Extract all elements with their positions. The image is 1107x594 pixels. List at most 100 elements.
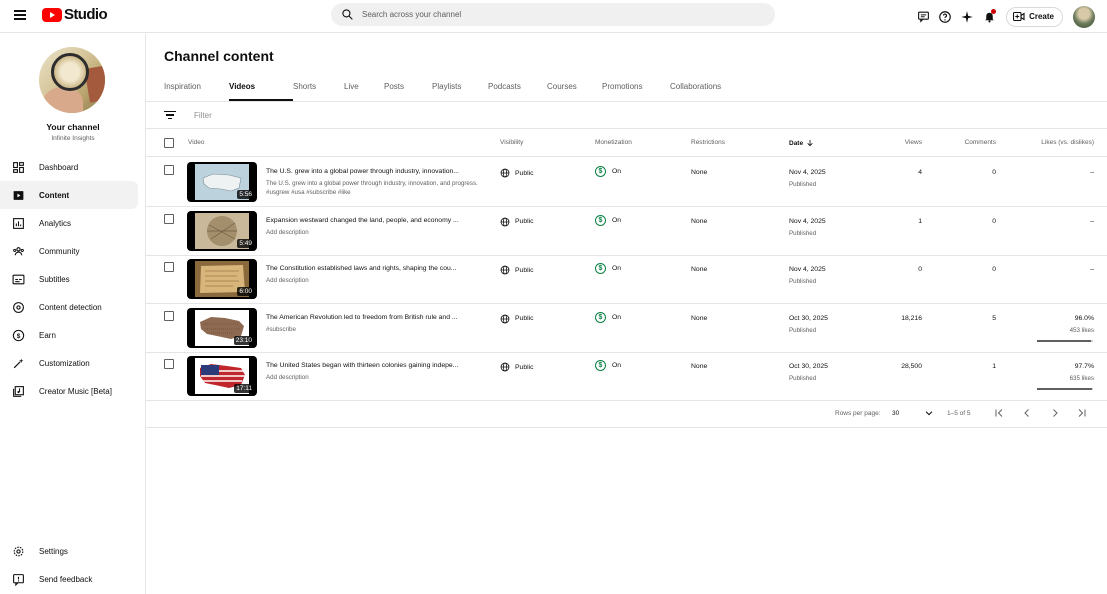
column-visibility[interactable]: Visibility [500, 139, 523, 146]
column-restrictions[interactable]: Restrictions [691, 139, 725, 146]
video-thumbnail[interactable]: 5:56 [187, 162, 257, 202]
sidebar-item-content[interactable]: Content [0, 181, 138, 209]
last-page-icon[interactable] [1076, 407, 1088, 419]
video-title[interactable]: Expansion westward changed the land, peo… [266, 217, 480, 224]
sidebar-item-subtitles[interactable]: Subtitles [0, 265, 146, 293]
monetization-label: On [612, 265, 622, 273]
settings-icon [13, 546, 24, 556]
monetization-cell[interactable]: $ On [595, 214, 621, 226]
sidebar-item-settings[interactable]: Settings [0, 537, 146, 565]
column-video: Video [188, 139, 205, 146]
community-icon [13, 246, 24, 255]
column-comments[interactable]: Comments [965, 139, 996, 146]
filter-icon[interactable] [164, 110, 176, 120]
monetization-dollar-icon: $ [595, 166, 606, 177]
video-thumbnail[interactable]: 5:49 [187, 210, 257, 251]
table-row[interactable]: 17:11 The United States began with thirt… [146, 352, 1107, 402]
row-checkbox[interactable] [164, 262, 174, 273]
video-thumbnail[interactable]: 6:00 [187, 259, 257, 300]
search-input[interactable] [362, 10, 742, 19]
restrictions-cell: None [691, 266, 708, 274]
sidebar-item-dashboard[interactable]: Dashboard [0, 153, 146, 181]
channel-avatar[interactable] [39, 47, 105, 113]
account-avatar[interactable] [1073, 5, 1095, 28]
sidebar-item-label: Subtitles [39, 274, 70, 284]
visibility-cell[interactable]: Public [500, 265, 534, 275]
table-row[interactable]: 6:00 The Constitution established laws a… [146, 255, 1107, 305]
comments-feedback-icon[interactable] [912, 6, 934, 28]
studio-logo[interactable]: Studio [42, 6, 108, 23]
column-views[interactable]: Views [905, 139, 922, 146]
column-likes[interactable]: Likes (vs. dislikes) [1041, 139, 1094, 146]
visibility-cell[interactable]: Public [500, 314, 534, 324]
restrictions-cell: None [691, 363, 708, 371]
menu-icon[interactable] [14, 10, 26, 20]
visibility-label: Public [515, 218, 534, 226]
tab-videos[interactable]: Videos [229, 82, 293, 101]
sidebar-item-creator-music[interactable]: Creator Music [Beta] [0, 377, 146, 405]
column-date-label: Date [789, 139, 804, 147]
monetization-cell[interactable]: $ On [595, 263, 622, 275]
visibility-cell[interactable]: Public [500, 217, 534, 227]
sidebar-item-analytics[interactable]: Analytics [0, 209, 146, 237]
video-thumbnail[interactable]: 23:10 [187, 307, 257, 348]
create-button[interactable]: Create [1006, 6, 1063, 27]
video-title[interactable]: The American Revolution led to freedom f… [266, 314, 480, 321]
sidebar-item-label: Settings [39, 546, 68, 556]
logo-text: Studio [64, 6, 108, 23]
sidebar-item-content-detection[interactable]: Content detection [0, 293, 146, 321]
tab-collaborations[interactable]: Collaborations [670, 82, 740, 101]
monetization-dollar-icon: $ [595, 263, 606, 275]
visibility-cell[interactable]: Public [500, 362, 534, 372]
tab-shorts[interactable]: Shorts [293, 82, 344, 101]
video-duration: 23:10 [233, 335, 254, 345]
video-title[interactable]: The United States began with thirteen co… [266, 362, 480, 369]
select-all-checkbox[interactable] [164, 138, 174, 148]
sidebar-item-label: Content detection [39, 302, 102, 312]
table-row[interactable]: 5:56 The U.S. grew into a global power t… [146, 158, 1107, 207]
sidebar-item-send-feedback[interactable]: Send feedback [0, 565, 146, 593]
video-thumbnail[interactable]: 17:11 [187, 356, 257, 397]
video-description: #subscribe [266, 325, 296, 333]
first-page-icon[interactable] [993, 407, 1005, 419]
row-checkbox[interactable] [164, 213, 174, 224]
tab-podcasts[interactable]: Podcasts [488, 82, 547, 101]
likes-ratio-bar [1037, 339, 1093, 342]
your-channel-label: Your channel [46, 122, 100, 132]
row-checkbox[interactable] [164, 310, 174, 321]
filter-input[interactable]: Filter [194, 111, 212, 120]
globe-icon [500, 217, 510, 226]
table-row[interactable]: 5:49 Expansion westward changed the land… [146, 207, 1107, 256]
monetization-cell[interactable]: $ On [595, 360, 621, 372]
tab-live[interactable]: Live [344, 82, 384, 101]
tab-courses[interactable]: Courses [547, 82, 602, 101]
search-icon [342, 9, 353, 20]
tab-promotions[interactable]: Promotions [602, 82, 670, 101]
visibility-cell[interactable]: Public [500, 168, 534, 178]
video-title[interactable]: The U.S. grew into a global power throug… [266, 168, 480, 175]
page-range: 1–5 of 5 [947, 410, 971, 417]
video-title[interactable]: The Constitution established laws and ri… [266, 265, 480, 272]
previous-page-icon[interactable] [1021, 407, 1033, 419]
search-bar[interactable] [331, 3, 775, 26]
column-date[interactable]: Date [789, 139, 814, 147]
publish-status: Published [789, 375, 817, 383]
column-monetization[interactable]: Monetization [595, 139, 632, 146]
tab-posts[interactable]: Posts [384, 82, 432, 101]
row-checkbox[interactable] [164, 165, 174, 175]
sidebar-item-community[interactable]: Community [0, 237, 146, 265]
tab-inspiration[interactable]: Inspiration [164, 82, 229, 101]
tab-playlists[interactable]: Playlists [432, 82, 488, 101]
notifications-bell-icon[interactable] [978, 6, 1000, 28]
table-row[interactable]: 23:10 The American Revolution led to fre… [146, 304, 1107, 353]
monetization-cell[interactable]: $ On [595, 166, 621, 177]
monetization-cell[interactable]: $ On [595, 311, 621, 323]
next-page-icon[interactable] [1049, 407, 1061, 419]
sidebar-item-customization[interactable]: Customization [0, 349, 146, 377]
help-icon[interactable] [934, 6, 956, 28]
sidebar-item-earn[interactable]: $ Earn [0, 321, 146, 349]
sparkle-icon[interactable] [956, 6, 978, 28]
rows-per-page-select[interactable]: 30 [892, 406, 934, 420]
row-checkbox[interactable] [164, 359, 174, 370]
video-description: Add description [266, 228, 309, 236]
